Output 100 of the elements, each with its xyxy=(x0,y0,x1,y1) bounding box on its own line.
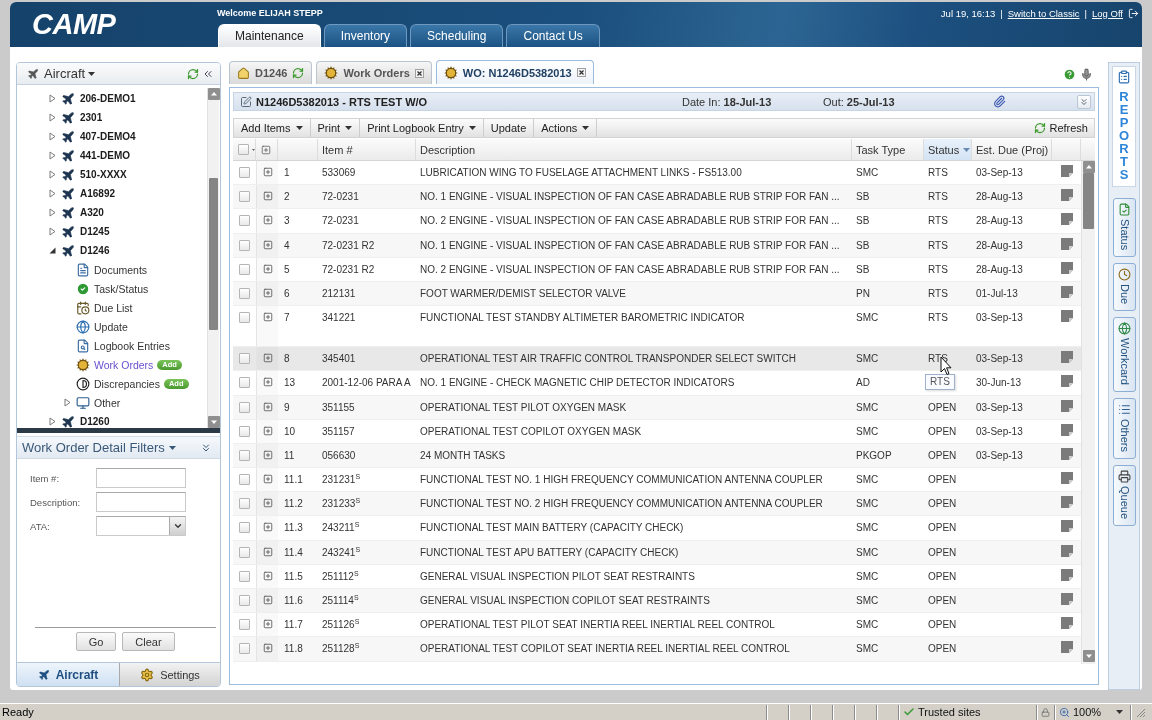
aircraft-node[interactable]: 2301 xyxy=(80,112,103,123)
column-header[interactable]: Description xyxy=(416,139,852,160)
collapse-icon[interactable] xyxy=(200,441,212,454)
table-row[interactable]: 11.3 243211$^{S}$ FUNCTIONAL TEST MAIN BATTERY (CAPACITY CHECK) SMC OPEN xyxy=(233,516,1081,541)
document-tab[interactable]: D1246 xyxy=(229,61,313,84)
panel-tab[interactable]: Aircraft xyxy=(17,663,119,686)
nav-tab[interactable]: Inventory xyxy=(323,24,408,47)
row-checkbox[interactable] xyxy=(239,643,250,655)
row-checkbox[interactable] xyxy=(239,215,250,227)
note-icon[interactable] xyxy=(1060,422,1074,437)
select-all-checkbox[interactable] xyxy=(238,144,249,155)
expand-icon[interactable] xyxy=(262,595,273,605)
expand-icon[interactable] xyxy=(262,377,273,388)
row-checkbox[interactable] xyxy=(239,312,250,324)
row-checkbox[interactable] xyxy=(239,353,250,365)
scroll-up-button[interactable] xyxy=(1082,161,1095,173)
expand-icon[interactable] xyxy=(262,643,273,654)
tree-item[interactable]: Due List xyxy=(94,301,133,314)
help-icon[interactable] xyxy=(1063,68,1076,81)
expand-icon[interactable] xyxy=(262,191,273,202)
menu-button[interactable]: Actions xyxy=(534,119,598,137)
caret-right-icon[interactable] xyxy=(49,208,56,217)
refresh-icon[interactable] xyxy=(292,67,305,79)
note-icon[interactable] xyxy=(1060,374,1074,389)
tree-item[interactable]: Work Orders xyxy=(94,358,154,371)
nav-tab[interactable]: Contact Us xyxy=(506,24,600,47)
caret-right-icon[interactable] xyxy=(49,132,56,141)
caret-right-icon[interactable] xyxy=(49,113,56,122)
note-icon[interactable] xyxy=(1060,164,1074,178)
expand-icon[interactable] xyxy=(262,239,273,250)
aircraft-node[interactable]: D1260 xyxy=(80,416,110,427)
scroll-thumb[interactable] xyxy=(209,178,218,330)
row-checkbox[interactable] xyxy=(239,546,250,558)
note-icon[interactable] xyxy=(1060,471,1074,486)
table-row[interactable]: 11.1 231231$^{S}$ FUNCTIONAL TEST NO. 1 HIGH FREQUENCY COMMUNICATION ANTENNA COUPLER SMC OPEN xyxy=(233,468,1081,493)
expand-icon[interactable] xyxy=(262,287,273,298)
row-checkbox[interactable] xyxy=(239,191,250,203)
column-header[interactable]: Item # xyxy=(318,139,416,160)
row-checkbox[interactable] xyxy=(239,498,250,510)
expand-icon[interactable] xyxy=(262,522,273,533)
lock-icon[interactable] xyxy=(1041,707,1050,717)
row-checkbox[interactable] xyxy=(239,239,250,251)
expand-icon[interactable] xyxy=(262,474,273,485)
side-tab[interactable]: Due xyxy=(1112,263,1136,312)
document-tab[interactable]: WO: N1246D5382013 xyxy=(435,60,594,84)
toolbar-button[interactable]: Update xyxy=(483,119,535,137)
note-icon[interactable] xyxy=(1060,309,1074,324)
input-field[interactable] xyxy=(96,492,186,512)
microphone-icon[interactable] xyxy=(1080,68,1093,81)
zoom-icon[interactable] xyxy=(1059,706,1070,718)
expand-icon[interactable] xyxy=(262,449,273,460)
tree-item[interactable]: Task/Status xyxy=(94,282,149,295)
expand-icon[interactable] xyxy=(262,215,273,226)
note-icon[interactable] xyxy=(1060,567,1074,582)
aircraft-node[interactable]: D1245 xyxy=(80,226,110,237)
note-icon[interactable] xyxy=(1060,284,1074,299)
aircraft-node[interactable]: A16892 xyxy=(80,188,116,199)
nav-tab[interactable]: Scheduling xyxy=(410,24,504,47)
input-field[interactable] xyxy=(96,468,186,488)
collapse-button[interactable] xyxy=(1077,94,1091,109)
edit-icon[interactable] xyxy=(240,95,252,108)
aircraft-node[interactable]: 510-XXXX xyxy=(80,169,127,180)
side-tab[interactable]: Workcard xyxy=(1112,317,1136,393)
table-row[interactable]: 11.8 251128$^{S}$ OPERATIONAL TEST COPILOT SEAT INERTIA REEL INERTIAL REEL CONTROL SMC OPEN xyxy=(233,637,1081,662)
zoom-level[interactable]: 100% xyxy=(1073,706,1102,718)
table-row[interactable]: 3 72-0231 NO. 2 ENGINE - VISUAL INSPECTION OF FAN CASE ABRADABLE RUB STRIP FOR FAN ... SB RTS 28-Aug-13 xyxy=(233,209,1081,234)
aircraft-node[interactable]: D1246 xyxy=(80,245,110,256)
filters-title[interactable]: Work Order Detail Filters xyxy=(22,440,165,455)
note-icon[interactable] xyxy=(1060,519,1074,534)
expand-icon[interactable] xyxy=(262,167,273,177)
table-row[interactable]: 9 351155 OPERATIONAL TEST PILOT OXYGEN MASK SMC OPEN 03-Sep-13 xyxy=(233,395,1081,420)
row-checkbox[interactable] xyxy=(239,401,250,413)
aircraft-node[interactable]: 407-DEMO4 xyxy=(80,131,136,142)
menu-button[interactable]: Add Items xyxy=(234,119,311,137)
paperclip-icon[interactable] xyxy=(993,95,1006,108)
row-checkbox[interactable] xyxy=(239,377,250,389)
table-row[interactable]: 11.2 231233$^{S}$ FUNCTIONAL TEST NO. 2 HIGH FREQUENCY COMMUNICATION ANTENNA COUPLER SMC OPEN xyxy=(233,492,1081,517)
form-button[interactable]: Clear xyxy=(122,632,175,651)
table-row[interactable]: 11.7 251126$^{S}$ OPERATIONAL TEST PILOT SEAT INERTIA REEL INERTIAL REEL CONTROL SMC OPEN xyxy=(233,613,1081,638)
refresh-icon[interactable] xyxy=(187,67,199,80)
aircraft-node[interactable]: 206-DEMO1 xyxy=(80,93,136,104)
column-header[interactable]: Est. Due (Proj) xyxy=(972,139,1052,160)
menu-button[interactable]: Print xyxy=(310,119,361,137)
table-row[interactable]: 5 72-0231 R2 NO. 2 ENGINE - VISUAL INSPECTION OF FAN CASE ABRADABLE RUB STRIP FOR FAN ... SB RTS 28-Aug-13 xyxy=(233,257,1081,282)
column-header[interactable]: Status xyxy=(924,139,972,160)
note-icon[interactable] xyxy=(1060,640,1074,655)
refresh-button[interactable]: Refresh xyxy=(1028,119,1094,137)
table-row[interactable]: 11.4 243241$^{S}$ FUNCTIONAL TEST APU BATTERY (CAPACITY CHECK) SMC OPEN xyxy=(233,540,1081,565)
note-icon[interactable] xyxy=(1060,543,1074,558)
scroll-up-button[interactable] xyxy=(207,88,220,100)
tree-item[interactable]: Logbook Entries xyxy=(94,339,170,352)
expand-icon[interactable] xyxy=(262,425,273,436)
caret-right-icon[interactable] xyxy=(49,151,56,160)
expand-icon[interactable] xyxy=(262,312,273,323)
header-link[interactable]: Log Off xyxy=(1092,7,1123,19)
row-checkbox[interactable] xyxy=(239,287,250,299)
close-icon[interactable] xyxy=(576,68,586,77)
note-icon[interactable] xyxy=(1060,260,1074,275)
caret-right-icon[interactable] xyxy=(49,227,56,236)
aircraft-node[interactable]: A320 xyxy=(80,207,104,218)
